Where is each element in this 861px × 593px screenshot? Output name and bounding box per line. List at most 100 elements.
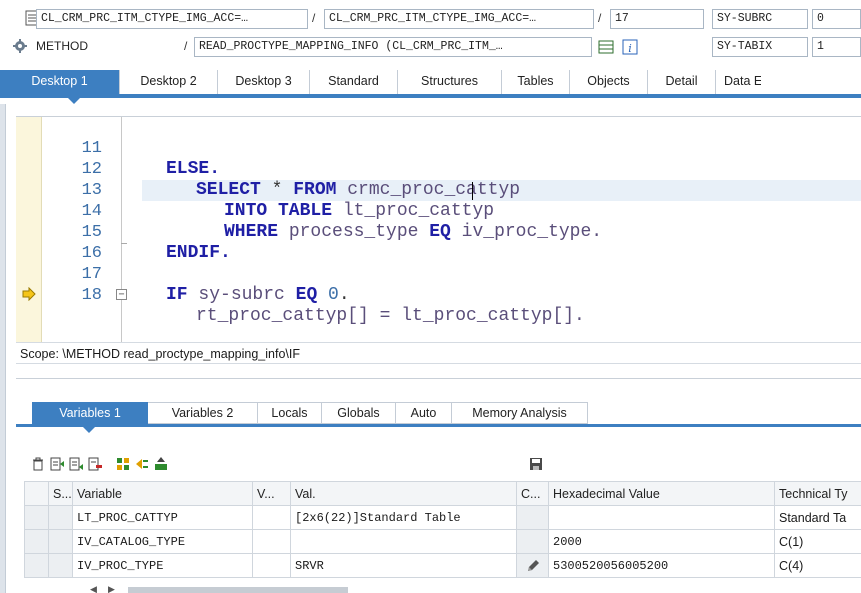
keyword: IF [166,285,188,305]
tab-underline [16,424,861,427]
program-field[interactable]: CL_CRM_PRC_ITM_CTYPE_IMG_ACC=… [36,9,308,29]
variables-toolbar [30,456,169,474]
separator: / [184,39,188,53]
event-type-label: METHOD [36,39,88,53]
hex-cell [548,505,775,530]
type-cell: C(4) [774,553,861,578]
tab-desktop-2[interactable]: Desktop 2 [120,70,218,94]
pane-divider[interactable] [16,378,861,379]
tab-objects[interactable]: Objects [570,70,648,94]
code-line[interactable]: 16 [16,222,861,263]
tab-underline [0,94,861,98]
tab-desktop-1[interactable]: Desktop 1 [0,70,120,94]
variables-tab-strip: Variables 1 Variables 2 Locals Globals A… [32,402,588,424]
row-selector[interactable] [24,553,49,578]
include-field[interactable]: CL_CRM_PRC_ITM_CTYPE_IMG_ACC=… [324,9,594,29]
event-field[interactable]: READ_PROCTYPE_MAPPING_INFO (CL_CRM_PRC_I… [194,37,592,57]
identifier: rt_proc_cattyp[] = lt_proc_cattyp[]. [196,306,585,326]
svg-text:i: i [628,42,632,55]
column-header-hex[interactable]: Hexadecimal Value [548,481,775,506]
table-row[interactable]: IV_CATALOG_TYPE 2000 C(1) [24,529,861,554]
value-cell[interactable]: [2x6(22)]Standard Table [290,505,517,530]
row-selector-header[interactable] [24,481,49,506]
tab-globals[interactable]: Globals [322,402,396,424]
variables-table: S... Variable V... Val. C... Hexadecimal… [24,481,861,578]
tab-memory-analysis[interactable]: Memory Analysis [452,402,588,424]
structure-view-icon[interactable] [115,456,131,472]
column-header-v[interactable]: V... [252,481,291,506]
v-cell [252,505,291,530]
scroll-right-arrow-icon[interactable]: ▶ [108,585,115,593]
scrollbar-thumb[interactable] [128,587,348,593]
column-header-status[interactable]: S... [48,481,73,506]
fold-toggle[interactable]: − [116,289,127,300]
v-cell [252,529,291,554]
code-line[interactable]: 18 rt_proc_cattyp[] = lt_proc_cattyp[]. [16,264,861,326]
separator: / [312,11,316,25]
tab-locals[interactable]: Locals [258,402,322,424]
type-cell: C(1) [774,529,861,554]
sys-field-name: SY-TABIX [712,37,808,57]
tab-desktop-3[interactable]: Desktop 3 [218,70,310,94]
column-header-variable[interactable]: Variable [72,481,253,506]
change-cell[interactable] [516,505,549,530]
tab-tables[interactable]: Tables [502,70,570,94]
code-line[interactable]: 11 ELSE. [16,117,861,179]
variable-cell[interactable]: IV_PROC_TYPE [72,553,253,578]
scope-bar: Scope: \METHOD read_proctype_mapping_inf… [16,342,861,364]
save-icon[interactable] [528,456,544,472]
tab-data-explorer[interactable]: Data Ex [716,70,761,94]
delete-row-icon[interactable] [87,456,103,472]
horizontal-scrollbar[interactable]: ◀ ▶ [80,585,861,593]
code-line[interactable]: 12 SELECT * FROM crmc_proc_cattyp [16,138,861,200]
variable-cell[interactable]: IV_CATALOG_TYPE [72,529,253,554]
hex-cell: 2000 [548,529,775,554]
method-gear-icon [13,39,27,53]
row-selector[interactable] [24,505,49,530]
code-line[interactable]: 13 INTO TABLE lt_proc_cattyp [16,159,861,221]
tab-variables-1[interactable]: Variables 1 [32,402,148,424]
keyword: EQ [295,285,318,305]
identifier: sy-subrc [187,285,296,305]
code-editor[interactable]: − 11 ELSE. 12 SELECT * FROM crmc_proc_ca… [16,116,861,342]
append-row-icon[interactable] [68,456,84,472]
tab-variables-2[interactable]: Variables 2 [148,402,258,424]
code-line[interactable]: 15 ENDIF. [16,201,861,263]
scroll-left-arrow-icon[interactable]: ◀ [90,585,97,593]
value-cell[interactable] [290,529,517,554]
info-icon[interactable]: i [622,39,638,55]
code-line[interactable]: 14 WHERE process_type EQ iv_proc_type. [16,180,861,242]
variable-cell[interactable]: LT_PROC_CATTYP [72,505,253,530]
status-cell [48,505,73,530]
delete-icon[interactable] [30,456,46,472]
code-line[interactable]: 17 IF sy-subrc EQ 0. [16,243,861,305]
sys-field-value[interactable]: 1 [812,37,861,57]
export-icon[interactable] [153,456,169,472]
change-cell[interactable] [516,529,549,554]
row-selector[interactable] [24,529,49,554]
number-literal: 0 [317,285,339,305]
line-number-field[interactable]: 17 [610,9,704,29]
change-cell[interactable] [516,553,549,578]
table-row[interactable]: LT_PROC_CATTYP [2x6(22)]Standard Table S… [24,505,861,530]
value-cell[interactable]: SRVR [290,553,517,578]
type-cell: Standard Ta [774,505,861,530]
tab-standard[interactable]: Standard [310,70,398,94]
table-row[interactable]: IV_PROC_TYPE SRVR 5300520056005200 C(4) [24,553,861,578]
compare-icon[interactable] [134,456,150,472]
tab-structures[interactable]: Structures [398,70,502,94]
structure-icon[interactable] [598,39,614,55]
sys-field-value[interactable]: 0 [812,9,861,29]
program-info-row: CL_CRM_PRC_ITM_CTYPE_IMG_ACC=… / CL_CRM_… [0,8,861,30]
sys-field-name: SY-SUBRC [712,9,808,29]
insert-row-icon[interactable] [49,456,65,472]
column-header-change[interactable]: C... [516,481,549,506]
text-cursor [472,182,473,200]
tab-auto[interactable]: Auto [396,402,452,424]
tab-detail[interactable]: Detail [648,70,716,94]
line-number: 18 [81,286,102,305]
pencil-icon[interactable] [525,558,541,574]
active-tab-caret [83,427,95,433]
column-header-technical-type[interactable]: Technical Ty [774,481,861,506]
column-header-value[interactable]: Val. [290,481,517,506]
